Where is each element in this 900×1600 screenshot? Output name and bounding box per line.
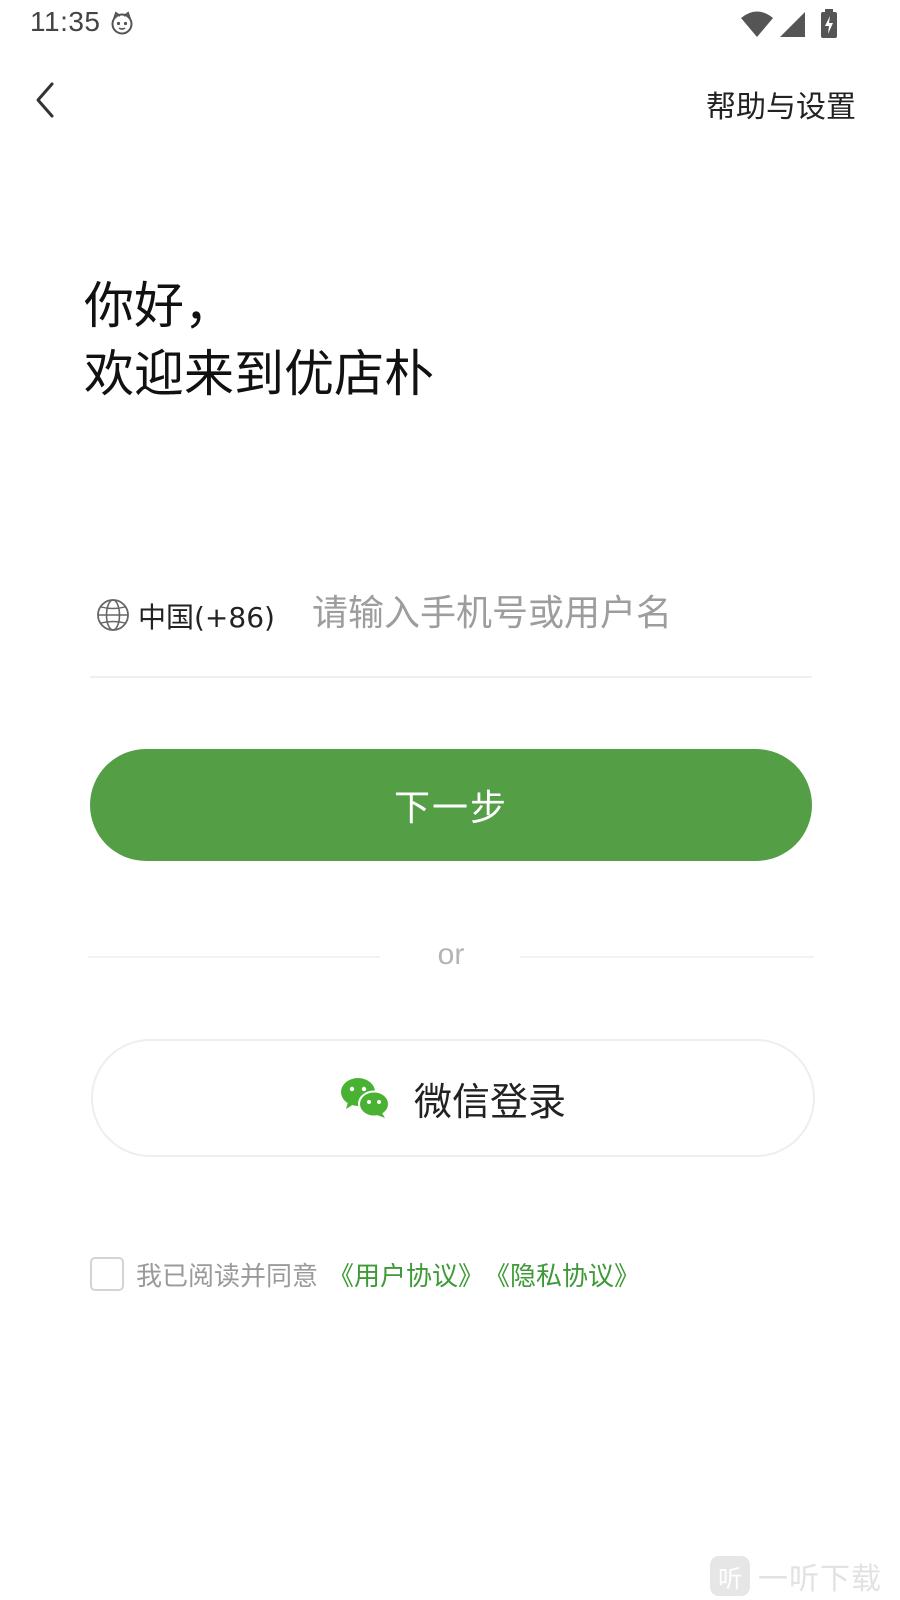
cell-signal-icon bbox=[780, 12, 805, 37]
battery-charging-icon bbox=[821, 9, 837, 38]
watermark: 听 一听下载 bbox=[710, 1554, 882, 1598]
wifi-icon bbox=[741, 11, 773, 37]
watermark-text: 一听下载 bbox=[758, 1562, 882, 1597]
greeting-line-2: 欢迎来到优店朴 bbox=[84, 345, 434, 403]
wechat-login-button[interactable]: 微信登录 bbox=[91, 1039, 815, 1157]
wechat-login-label: 微信登录 bbox=[413, 1079, 566, 1124]
privacy-agreement-link[interactable]: 《隐私协议》 bbox=[484, 1256, 640, 1293]
globe-icon bbox=[97, 599, 129, 631]
greeting: 你好， 欢迎来到优店朴 bbox=[84, 272, 434, 408]
phone-input-row: 中国(+86) bbox=[90, 570, 812, 678]
user-agreement-link[interactable]: 《用户协议》 bbox=[328, 1256, 484, 1293]
watermark-badge: 听 bbox=[710, 1556, 750, 1596]
phone-username-input[interactable] bbox=[312, 580, 802, 646]
help-settings-link[interactable]: 帮助与设置 bbox=[706, 82, 856, 126]
status-time: 11:35 bbox=[30, 6, 101, 37]
top-bar: 帮助与设置 bbox=[0, 60, 900, 140]
greeting-line-1: 你好， bbox=[84, 277, 234, 335]
status-bar: 11:35 bbox=[0, 0, 900, 48]
chevron-left-icon bbox=[36, 82, 54, 118]
status-icons bbox=[740, 9, 840, 39]
agreement-checkbox[interactable] bbox=[90, 1257, 124, 1291]
wechat-icon bbox=[340, 1078, 390, 1118]
or-label: or bbox=[437, 938, 465, 971]
or-divider: or bbox=[88, 934, 814, 980]
cat-notification-icon bbox=[111, 11, 133, 35]
country-code-selector[interactable]: 中国(+86) bbox=[138, 596, 275, 636]
agreement-row: 我已阅读并同意 《用户协议》 《隐私协议》 bbox=[90, 1254, 640, 1294]
back-button[interactable] bbox=[28, 76, 68, 124]
next-step-button[interactable]: 下一步 bbox=[90, 749, 812, 861]
agreement-text: 我已阅读并同意 bbox=[136, 1261, 319, 1292]
